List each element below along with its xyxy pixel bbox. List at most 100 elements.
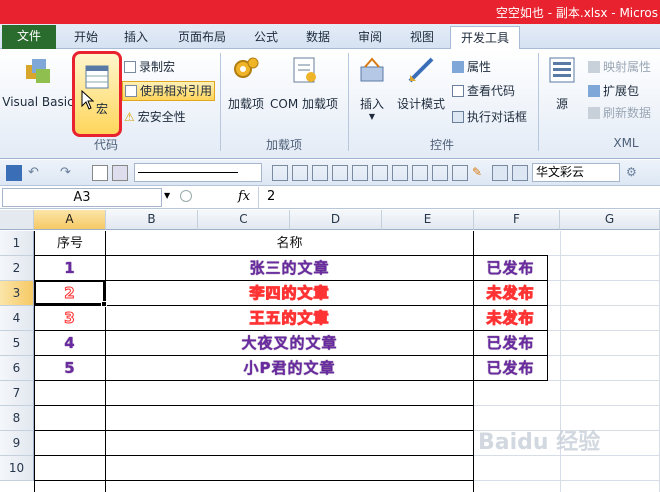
relative-reference-label: 使用相对引用	[140, 84, 213, 98]
cell-no[interactable]: 3	[35, 306, 105, 331]
undo-icon[interactable]: ↶	[28, 165, 44, 181]
addins-button[interactable]: 加载项	[226, 55, 266, 112]
handle-icon[interactable]	[180, 190, 192, 202]
table-icon[interactable]	[492, 165, 508, 181]
group-xml-label: XML	[613, 136, 639, 150]
customize-icon[interactable]: ⚙	[626, 165, 642, 181]
cell-status[interactable]: 未发布	[474, 306, 547, 331]
design-mode-button[interactable]: 设计模式	[394, 55, 448, 112]
grid-border-icon[interactable]	[432, 165, 448, 181]
tab-data[interactable]: 数据	[296, 26, 340, 49]
function-icon[interactable]: fx	[238, 189, 250, 204]
cell-name[interactable]: 李四的文章	[106, 281, 473, 306]
row-header[interactable]: 1	[0, 231, 34, 256]
insert-control-button[interactable]: 插入 ▼	[354, 55, 390, 121]
tab-view[interactable]: 视图	[400, 26, 444, 49]
row-header[interactable]: 9	[0, 431, 34, 456]
grid-border-icon[interactable]	[292, 165, 308, 181]
print-icon[interactable]	[92, 165, 108, 181]
column-header[interactable]: E	[382, 210, 474, 230]
formula-input[interactable]: 2	[258, 187, 660, 208]
row-header[interactable]: 3	[0, 281, 34, 306]
border-style-select[interactable]	[134, 163, 262, 182]
grid-border-icon[interactable]	[452, 165, 468, 181]
map-properties-button[interactable]: 映射属性	[588, 57, 651, 77]
row-header[interactable]: 10	[0, 456, 34, 481]
com-addins-icon	[293, 57, 316, 83]
row-header[interactable]: 2	[0, 256, 34, 281]
tab-file[interactable]: 文件	[2, 25, 56, 49]
visual-basic-button[interactable]: Visual Basic	[2, 55, 74, 109]
tab-formulas[interactable]: 公式	[244, 26, 288, 49]
run-dialog-button[interactable]: 执行对话框	[452, 107, 527, 127]
row-header[interactable]: 6	[0, 356, 34, 381]
chevron-down-icon: ▼	[368, 112, 376, 121]
properties-button[interactable]: 属性	[452, 57, 491, 77]
cell-name[interactable]: 张三的文章	[106, 256, 473, 281]
grid-border-icon[interactable]	[412, 165, 428, 181]
table-icon[interactable]	[512, 165, 528, 181]
save-icon[interactable]	[6, 165, 22, 181]
ribbon-tabs: 文件 开始 插入 页面布局 公式 数据 审阅 视图 开发工具	[0, 24, 660, 50]
tab-review[interactable]: 审阅	[348, 26, 392, 49]
warning-icon: ⚠	[124, 110, 135, 124]
column-header[interactable]: B	[106, 210, 198, 230]
chevron-down-icon[interactable]: ▼	[164, 191, 170, 200]
fill-handle[interactable]	[101, 301, 107, 307]
expansion-pack-label: 扩展包	[603, 84, 640, 98]
watermark-text: Baidu 经验	[478, 430, 601, 455]
cell-status[interactable]: 未发布	[474, 281, 547, 306]
preview-icon[interactable]	[112, 165, 128, 181]
header-cell-no[interactable]: 序号	[35, 231, 105, 256]
cell-name[interactable]: 大夜叉的文章	[106, 331, 473, 356]
cell-status[interactable]: 已发布	[474, 356, 547, 381]
grid-border-icon[interactable]	[392, 165, 408, 181]
design-mode-label: 设计模式	[396, 97, 445, 111]
tab-insert[interactable]: 插入	[114, 26, 158, 49]
cell-status[interactable]: 已发布	[474, 331, 547, 356]
tab-developer[interactable]: 开发工具	[450, 26, 520, 50]
row-header[interactable]: 5	[0, 331, 34, 356]
row-header[interactable]: 7	[0, 381, 34, 406]
group-controls-label: 控件	[429, 138, 454, 152]
record-macro-button[interactable]: 录制宏	[124, 57, 175, 77]
view-code-button[interactable]: 查看代码	[452, 81, 515, 101]
column-header[interactable]: A	[34, 210, 106, 230]
refresh-data-button[interactable]: 刷新数据	[588, 103, 651, 123]
column-header[interactable]: C	[198, 210, 290, 230]
font-select[interactable]: 华文彩云	[532, 163, 620, 182]
window-title: 空空如也 - 副本.xlsx - Micros	[495, 6, 658, 20]
select-all-corner[interactable]	[0, 210, 34, 230]
tab-page-layout[interactable]: 页面布局	[170, 26, 234, 49]
row-header[interactable]: 4	[0, 306, 34, 331]
cell-name[interactable]: 王五的文章	[106, 306, 473, 331]
grid-border-icon[interactable]	[352, 165, 368, 181]
grid-border-icon[interactable]	[332, 165, 348, 181]
header-cell-name[interactable]: 名称	[106, 231, 473, 256]
active-cell-selection[interactable]	[34, 280, 107, 307]
grid-border-icon[interactable]	[372, 165, 388, 181]
xml-source-button[interactable]: 源	[544, 55, 580, 112]
format-painter-icon[interactable]: ✎	[472, 165, 488, 181]
view-code-label: 查看代码	[467, 84, 516, 98]
redo-icon[interactable]: ↷	[60, 165, 76, 181]
column-header[interactable]: G	[560, 210, 660, 230]
grid-border-icon[interactable]	[272, 165, 288, 181]
cell-no[interactable]: 5	[35, 356, 105, 381]
cell-name[interactable]: 小P君的文章	[106, 356, 473, 381]
group-separator	[348, 53, 349, 151]
cell-no[interactable]: 1	[35, 256, 105, 281]
column-header[interactable]: F	[474, 210, 560, 230]
tab-home[interactable]: 开始	[64, 26, 108, 49]
com-addins-button[interactable]: COM 加载项	[268, 55, 340, 112]
row-header[interactable]: 8	[0, 406, 34, 431]
macro-security-button[interactable]: ⚠ 宏安全性	[124, 107, 186, 127]
cell-status[interactable]: 已发布	[474, 256, 547, 281]
grid-border-icon[interactable]	[312, 165, 328, 181]
column-header[interactable]: D	[290, 210, 382, 230]
expansion-pack-button[interactable]: 扩展包	[588, 81, 639, 101]
cell-no[interactable]: 4	[35, 331, 105, 356]
macros-button[interactable]: 宏	[72, 51, 122, 137]
name-box[interactable]: A3	[2, 188, 162, 207]
relative-reference-button[interactable]: 使用相对引用	[122, 81, 216, 101]
